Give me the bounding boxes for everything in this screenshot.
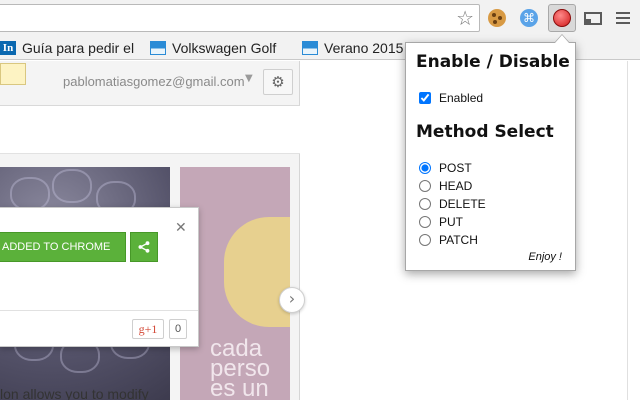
bookmark-item-volkswagen[interactable]: Volkswagen Golf	[150, 39, 276, 57]
bookmark-star-icon[interactable]: ☆	[456, 6, 474, 30]
scrollbar-track[interactable]	[627, 61, 628, 400]
share-button[interactable]	[130, 232, 158, 262]
card-divider	[0, 310, 198, 311]
method-label: PATCH	[439, 233, 478, 247]
header-strip	[0, 106, 300, 154]
extension-detail-card: ✕ ADDED TO CHROME g+1 0	[0, 207, 199, 347]
close-icon[interactable]: ✕	[175, 220, 187, 236]
method-radio[interactable]	[419, 234, 431, 246]
google-plus-one-button[interactable]: g+1	[132, 319, 164, 339]
promo-text-line: es un	[210, 375, 269, 400]
method-label: DELETE	[439, 197, 486, 211]
browser-toolbar: ☆ ⌘	[0, 0, 640, 36]
method-option-head[interactable]: HEAD	[419, 179, 472, 193]
cast-icon[interactable]	[582, 7, 604, 29]
chrome-menu-icon[interactable]	[612, 7, 634, 29]
bookmark-label: Verano 2015	[324, 40, 404, 56]
extension-description: lon allows you to modify	[0, 386, 149, 400]
account-email[interactable]: pablomatiasgomez@gmail.com	[63, 74, 245, 89]
method-radio[interactable]	[419, 180, 431, 192]
record-icon[interactable]	[548, 4, 576, 32]
tooltip-fragment	[0, 63, 26, 85]
bookmark-label: Volkswagen Golf	[172, 40, 277, 56]
bookmark-item-guia[interactable]: In Guía para pedir el	[0, 39, 140, 57]
popup-footer: Enjoy !	[528, 251, 562, 263]
bookmark-favicon-icon	[302, 41, 318, 55]
extension-popup: Enable / Disable Enabled Method Select P…	[405, 34, 576, 271]
method-label: HEAD	[439, 179, 473, 193]
enabled-label: Enabled	[439, 91, 484, 105]
method-radio[interactable]	[419, 198, 431, 210]
bookmark-item-verano[interactable]: Verano 2015	[302, 39, 403, 57]
chevron-down-icon[interactable]: ▼	[245, 73, 253, 84]
bookmark-label: Guía para pedir el	[22, 40, 135, 56]
method-radio[interactable]	[419, 216, 431, 228]
method-radio[interactable]	[419, 162, 431, 174]
method-label: PUT	[439, 215, 463, 229]
method-option-put[interactable]: PUT	[419, 215, 463, 229]
share-icon	[138, 241, 150, 253]
method-option-patch[interactable]: PATCH	[419, 233, 478, 247]
enabled-checkbox[interactable]	[419, 92, 431, 104]
method-label: POST	[439, 161, 472, 175]
command-key-icon[interactable]: ⌘	[518, 7, 540, 29]
store-detail-pane: pablomatiasgomez@gmail.com ▼ ⚙ cada pers…	[0, 61, 300, 400]
linkedin-icon: In	[0, 41, 16, 55]
gear-icon: ⚙	[271, 73, 285, 91]
address-bar[interactable]: ☆	[0, 4, 480, 32]
method-option-post[interactable]: POST	[419, 161, 472, 175]
added-to-chrome-button[interactable]: ADDED TO CHROME	[0, 232, 126, 262]
method-option-delete[interactable]: DELETE	[419, 197, 486, 211]
cookie-icon[interactable]	[486, 7, 508, 29]
bookmark-favicon-icon	[150, 41, 166, 55]
enabled-option[interactable]: Enabled	[419, 91, 483, 105]
method-heading: Method Select	[416, 122, 554, 142]
plus-one-count: 0	[169, 319, 187, 339]
enable-heading: Enable / Disable	[416, 52, 570, 72]
chevron-right-icon[interactable]: ›	[279, 287, 305, 313]
settings-button[interactable]: ⚙	[263, 69, 293, 95]
